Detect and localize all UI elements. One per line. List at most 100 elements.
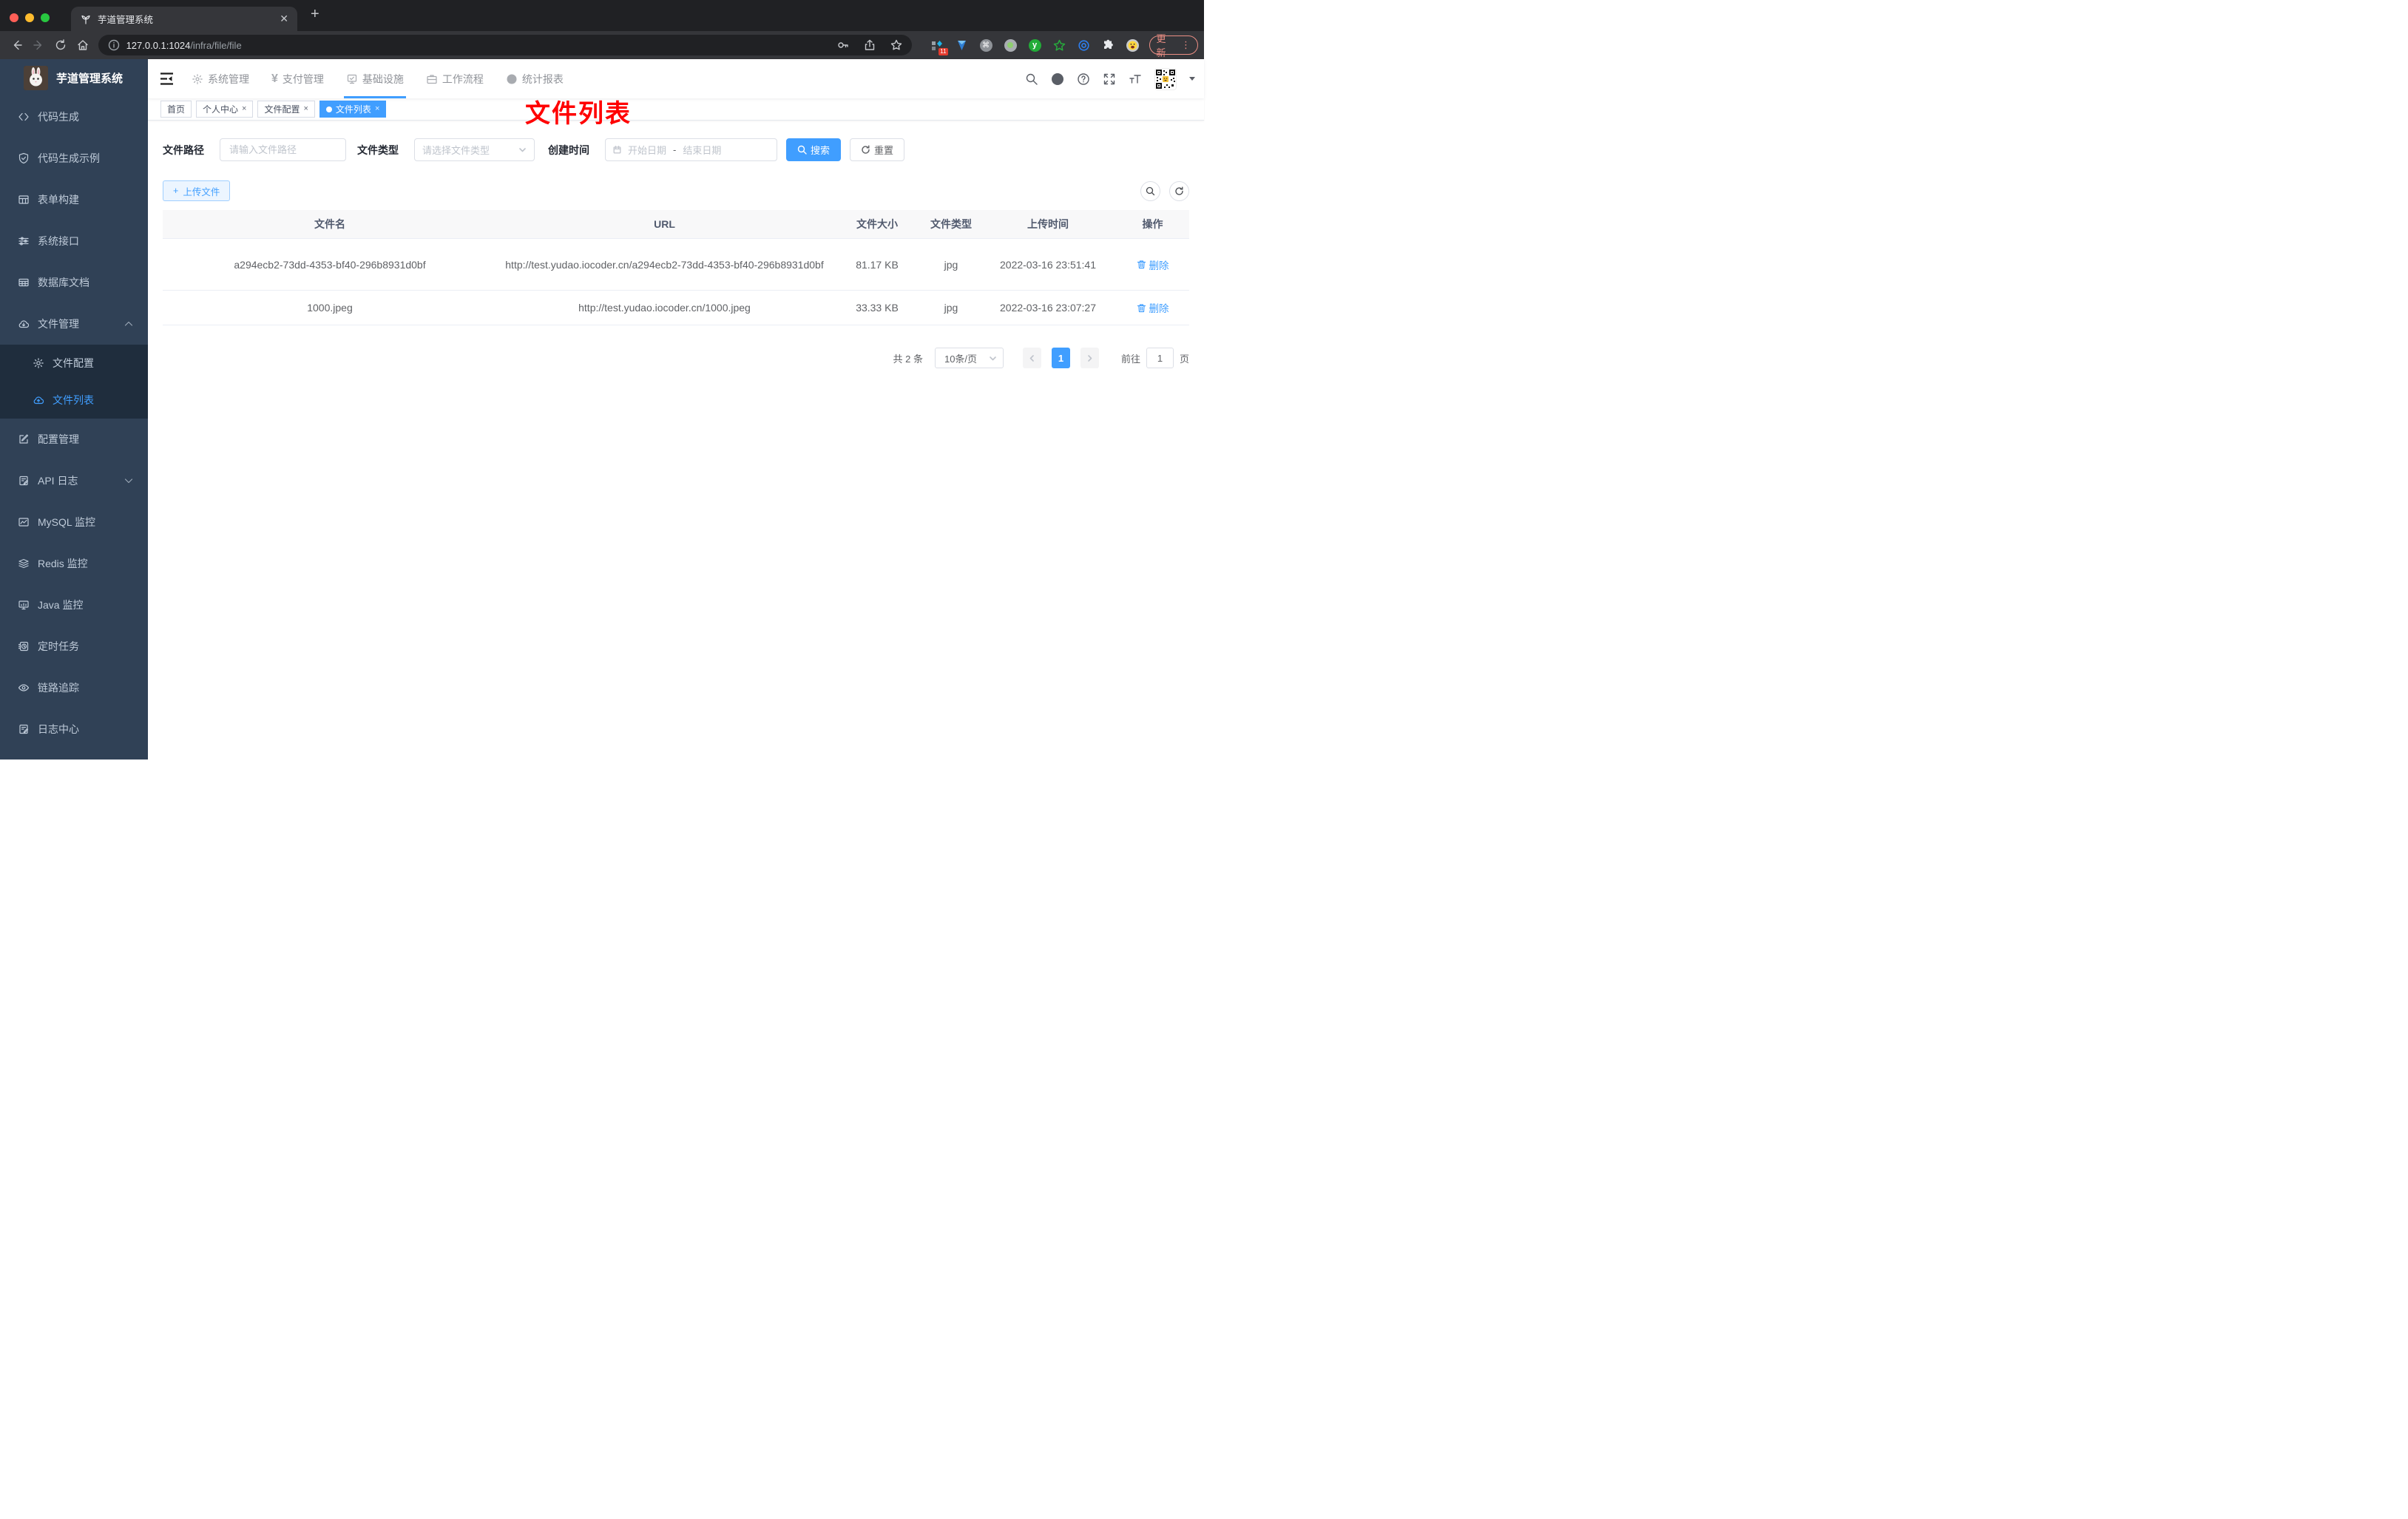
sidebar-item-redis-monitor[interactable]: Redis 监控 [0, 543, 148, 584]
sidebar-item-form-builder[interactable]: 表单构建 [0, 179, 148, 220]
delete-button[interactable]: 删除 [1137, 300, 1169, 315]
prev-page-button[interactable] [1022, 348, 1041, 368]
tag-file-config[interactable]: 文件配置 × [257, 101, 315, 118]
browser-menu-icon[interactable]: ⋮ [1181, 39, 1191, 51]
table-row: a294ecb2-73dd-4353-bf40-296b8931d0bf htt… [163, 239, 1189, 291]
new-tab-button[interactable]: + [311, 6, 319, 23]
tab-close-icon[interactable]: ✕ [280, 13, 288, 25]
upload-file-button[interactable]: + 上传文件 [163, 180, 231, 201]
sidebar-item-label: 定时任务 [38, 640, 79, 652]
chevron-right-icon [1088, 354, 1092, 362]
tag-label: 个人中心 [203, 104, 239, 115]
extension-grid-icon[interactable]: 11 [931, 39, 948, 55]
sidebar-item-code-generation[interactable]: 代码生成 [0, 96, 148, 138]
goto-label: 前往 [1120, 353, 1140, 365]
sidebar-item-file-config[interactable]: 文件配置 [0, 345, 148, 382]
help-icon[interactable] [1077, 72, 1090, 86]
top-menu-workflow[interactable]: 工作流程 [426, 59, 484, 98]
update-label: 更新 [1156, 33, 1166, 58]
top-menu-payment[interactable]: ¥ 支付管理 [271, 59, 324, 98]
extension-y-icon[interactable]: y [1028, 38, 1041, 52]
page-size-value: 10条/页 [944, 353, 978, 365]
file-path-input-field[interactable] [229, 144, 336, 155]
goto-page-input-field[interactable] [1146, 348, 1173, 368]
sidebar-item-file-management[interactable]: 文件管理 [0, 303, 148, 345]
browser-update-button[interactable]: 更新 ⋮ [1149, 33, 1198, 58]
sidebar-item-mysql-monitor[interactable]: MySQL 监控 [0, 501, 148, 543]
bookmark-star-icon[interactable] [890, 38, 903, 52]
tag-close-icon[interactable]: × [303, 105, 308, 113]
top-menu-system[interactable]: 系统管理 [192, 59, 249, 98]
extension-eye-icon[interactable] [1078, 39, 1090, 52]
date-separator: - [673, 144, 677, 155]
extension-dot-icon[interactable] [1004, 38, 1017, 52]
search-icon [1146, 186, 1155, 195]
sidebar: 芋道管理系统 代码生成 代码生成示例 表单构建 系统接口 数据库文档 文件管理 [0, 59, 148, 760]
file-type-select[interactable]: 请选择文件类型 [414, 138, 535, 161]
site-info-icon[interactable] [107, 38, 121, 52]
sidebar-item-api-log[interactable]: API 日志 [0, 460, 148, 501]
back-button[interactable] [6, 35, 28, 55]
forward-button[interactable] [28, 35, 50, 55]
extension-star-icon[interactable] [1053, 39, 1066, 52]
search-icon[interactable] [1025, 72, 1038, 86]
url-text[interactable]: 127.0.0.1:1024/infra/file/file [126, 40, 823, 51]
extension-command-icon[interactable]: ⌘ [979, 38, 992, 52]
address-bar[interactable]: 127.0.0.1:1024/infra/file/file [98, 35, 912, 55]
fullscreen-icon[interactable] [1103, 72, 1116, 86]
github-icon[interactable] [1051, 72, 1064, 86]
maximize-window-button[interactable] [41, 13, 50, 22]
window-controls[interactable] [10, 13, 50, 22]
sidebar-collapse-button[interactable] [148, 72, 185, 85]
sidebar-item-label: 系统接口 [38, 235, 79, 247]
file-path-input[interactable] [220, 138, 346, 161]
reload-button[interactable] [50, 35, 72, 55]
sliders-icon [18, 237, 29, 246]
table-search-toggle-button[interactable] [1140, 180, 1160, 201]
sidebar-item-tracing[interactable]: 链路追踪 [0, 667, 148, 708]
cell-url: http://test.yudao.iocoder.cn/1000.jpeg [578, 302, 751, 314]
sidebar-item-config-management[interactable]: 配置管理 [0, 419, 148, 460]
delete-button[interactable]: 删除 [1137, 257, 1169, 272]
close-window-button[interactable] [10, 13, 18, 22]
extensions-puzzle-icon[interactable] [1102, 39, 1115, 52]
infra-monitor-icon [347, 74, 357, 84]
tag-profile[interactable]: 个人中心 × [196, 101, 254, 118]
search-button[interactable]: 搜索 [786, 138, 842, 161]
tag-home[interactable]: 首页 [160, 101, 192, 118]
tag-file-list[interactable]: 文件列表 × [319, 101, 387, 118]
trash-icon [1137, 303, 1146, 312]
sidebar-logo-row[interactable]: 芋道管理系统 [0, 59, 148, 96]
start-date-placeholder: 开始日期 [628, 145, 667, 156]
page-size-select[interactable]: 10条/页 [934, 348, 1004, 368]
font-size-icon[interactable] [1129, 72, 1142, 86]
goto-page-input[interactable] [1146, 348, 1174, 368]
password-key-icon[interactable] [836, 38, 850, 52]
sidebar-item-log-center[interactable]: 日志中心 [0, 708, 148, 750]
delete-label: 删除 [1149, 303, 1169, 314]
avatar-caret-icon[interactable] [1189, 77, 1195, 81]
sidebar-item-java-monitor[interactable]: Java 监控 [0, 584, 148, 626]
extension-emoji-icon[interactable] [1126, 38, 1139, 52]
sidebar-item-scheduled-tasks[interactable]: 定时任务 [0, 626, 148, 667]
home-button[interactable] [72, 35, 94, 55]
sidebar-item-file-list[interactable]: 文件列表 [0, 382, 148, 419]
current-page-button[interactable]: 1 [1051, 348, 1070, 368]
sidebar-item-db-doc[interactable]: 数据库文档 [0, 262, 148, 303]
table-refresh-button[interactable] [1169, 180, 1189, 201]
share-icon[interactable] [863, 38, 876, 52]
top-menu-infrastructure[interactable]: 基础设施 [343, 59, 406, 98]
user-avatar-qr[interactable] [1154, 67, 1177, 90]
extension-gem-icon[interactable] [956, 39, 968, 52]
browser-tab[interactable]: 芋道管理系统 ✕ [71, 7, 297, 31]
sidebar-item-system-api[interactable]: 系统接口 [0, 220, 148, 262]
tag-close-icon[interactable]: × [375, 105, 379, 113]
date-range-picker[interactable]: 开始日期 - 结束日期 [605, 138, 777, 161]
reset-button[interactable]: 重置 [850, 138, 905, 161]
url-host: 127.0.0.1:1024 [126, 39, 191, 51]
extension-badge: 11 [938, 47, 948, 55]
sidebar-item-code-example[interactable]: 代码生成示例 [0, 138, 148, 179]
tag-close-icon[interactable]: × [242, 105, 246, 113]
minimize-window-button[interactable] [25, 13, 34, 22]
next-page-button[interactable] [1080, 348, 1099, 368]
